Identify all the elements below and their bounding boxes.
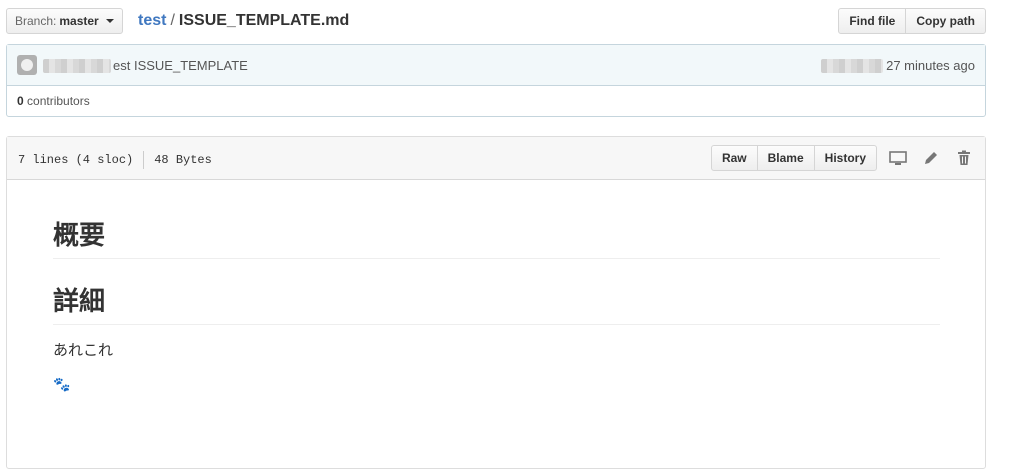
breadcrumb-repo-link[interactable]: test xyxy=(138,12,166,29)
file-action-buttons: Raw Blame History xyxy=(710,145,877,171)
find-file-button[interactable]: Find file xyxy=(838,8,907,34)
file-info: 7 lines (4 sloc) 48 Bytes xyxy=(18,151,212,169)
file-info-divider xyxy=(143,151,145,169)
desktop-icon[interactable] xyxy=(889,150,907,166)
contributors-count: 0 xyxy=(17,94,24,108)
branch-label: Branch: xyxy=(15,14,57,28)
blame-button[interactable]: Blame xyxy=(756,145,815,171)
caret-down-icon xyxy=(105,19,114,23)
file-viewer: 7 lines (4 sloc) 48 Bytes Raw Blame Hist… xyxy=(6,136,986,469)
pencil-icon[interactable] xyxy=(922,150,940,166)
markdown-heading: 詳細 xyxy=(53,286,940,325)
file-navigation: Branch: master test / ISSUE_TEMPLATE.md Fi… xyxy=(6,8,986,34)
avatar-image xyxy=(21,59,33,71)
paw-prints-emoji: 🐾 xyxy=(53,376,71,392)
file-line-count: 7 lines (4 sloc) xyxy=(18,153,134,167)
commit-tease: est ISSUE_TEMPLATE 27 minutes ago 0 cont… xyxy=(6,44,986,117)
copy-path-button[interactable]: Copy path xyxy=(905,8,986,34)
avatar[interactable] xyxy=(17,55,37,75)
breadcrumb-file-name: ISSUE_TEMPLATE.md xyxy=(178,12,350,29)
branch-name: master xyxy=(59,14,99,28)
latest-commit: est ISSUE_TEMPLATE 27 minutes ago xyxy=(7,45,985,86)
commit-time: 27 minutes ago xyxy=(886,58,975,73)
branch-selector-button[interactable]: Branch: master xyxy=(6,8,123,34)
file-size: 48 Bytes xyxy=(154,153,212,167)
markdown-body: 概要 詳細 あれこれ 🐾 xyxy=(7,180,985,393)
breadcrumb-separator: / xyxy=(170,12,175,29)
trash-icon[interactable] xyxy=(955,150,973,166)
contributors-label: contributors xyxy=(27,94,90,108)
breadcrumb: test / ISSUE_TEMPLATE.md xyxy=(138,10,349,32)
file-header: 7 lines (4 sloc) 48 Bytes Raw Blame Hist… xyxy=(7,137,985,180)
markdown-paragraph: あれこれ xyxy=(53,342,114,359)
markdown-heading: 概要 xyxy=(53,220,940,259)
file-nav-button-group: Find file Copy path xyxy=(838,8,986,34)
blurred-commit-sha xyxy=(821,59,883,73)
contributors-summary[interactable]: 0 contributors xyxy=(7,86,985,116)
blurred-author xyxy=(43,59,111,73)
raw-button[interactable]: Raw xyxy=(710,145,758,171)
commit-message-link[interactable]: est ISSUE_TEMPLATE xyxy=(113,58,248,73)
history-button[interactable]: History xyxy=(813,145,877,171)
